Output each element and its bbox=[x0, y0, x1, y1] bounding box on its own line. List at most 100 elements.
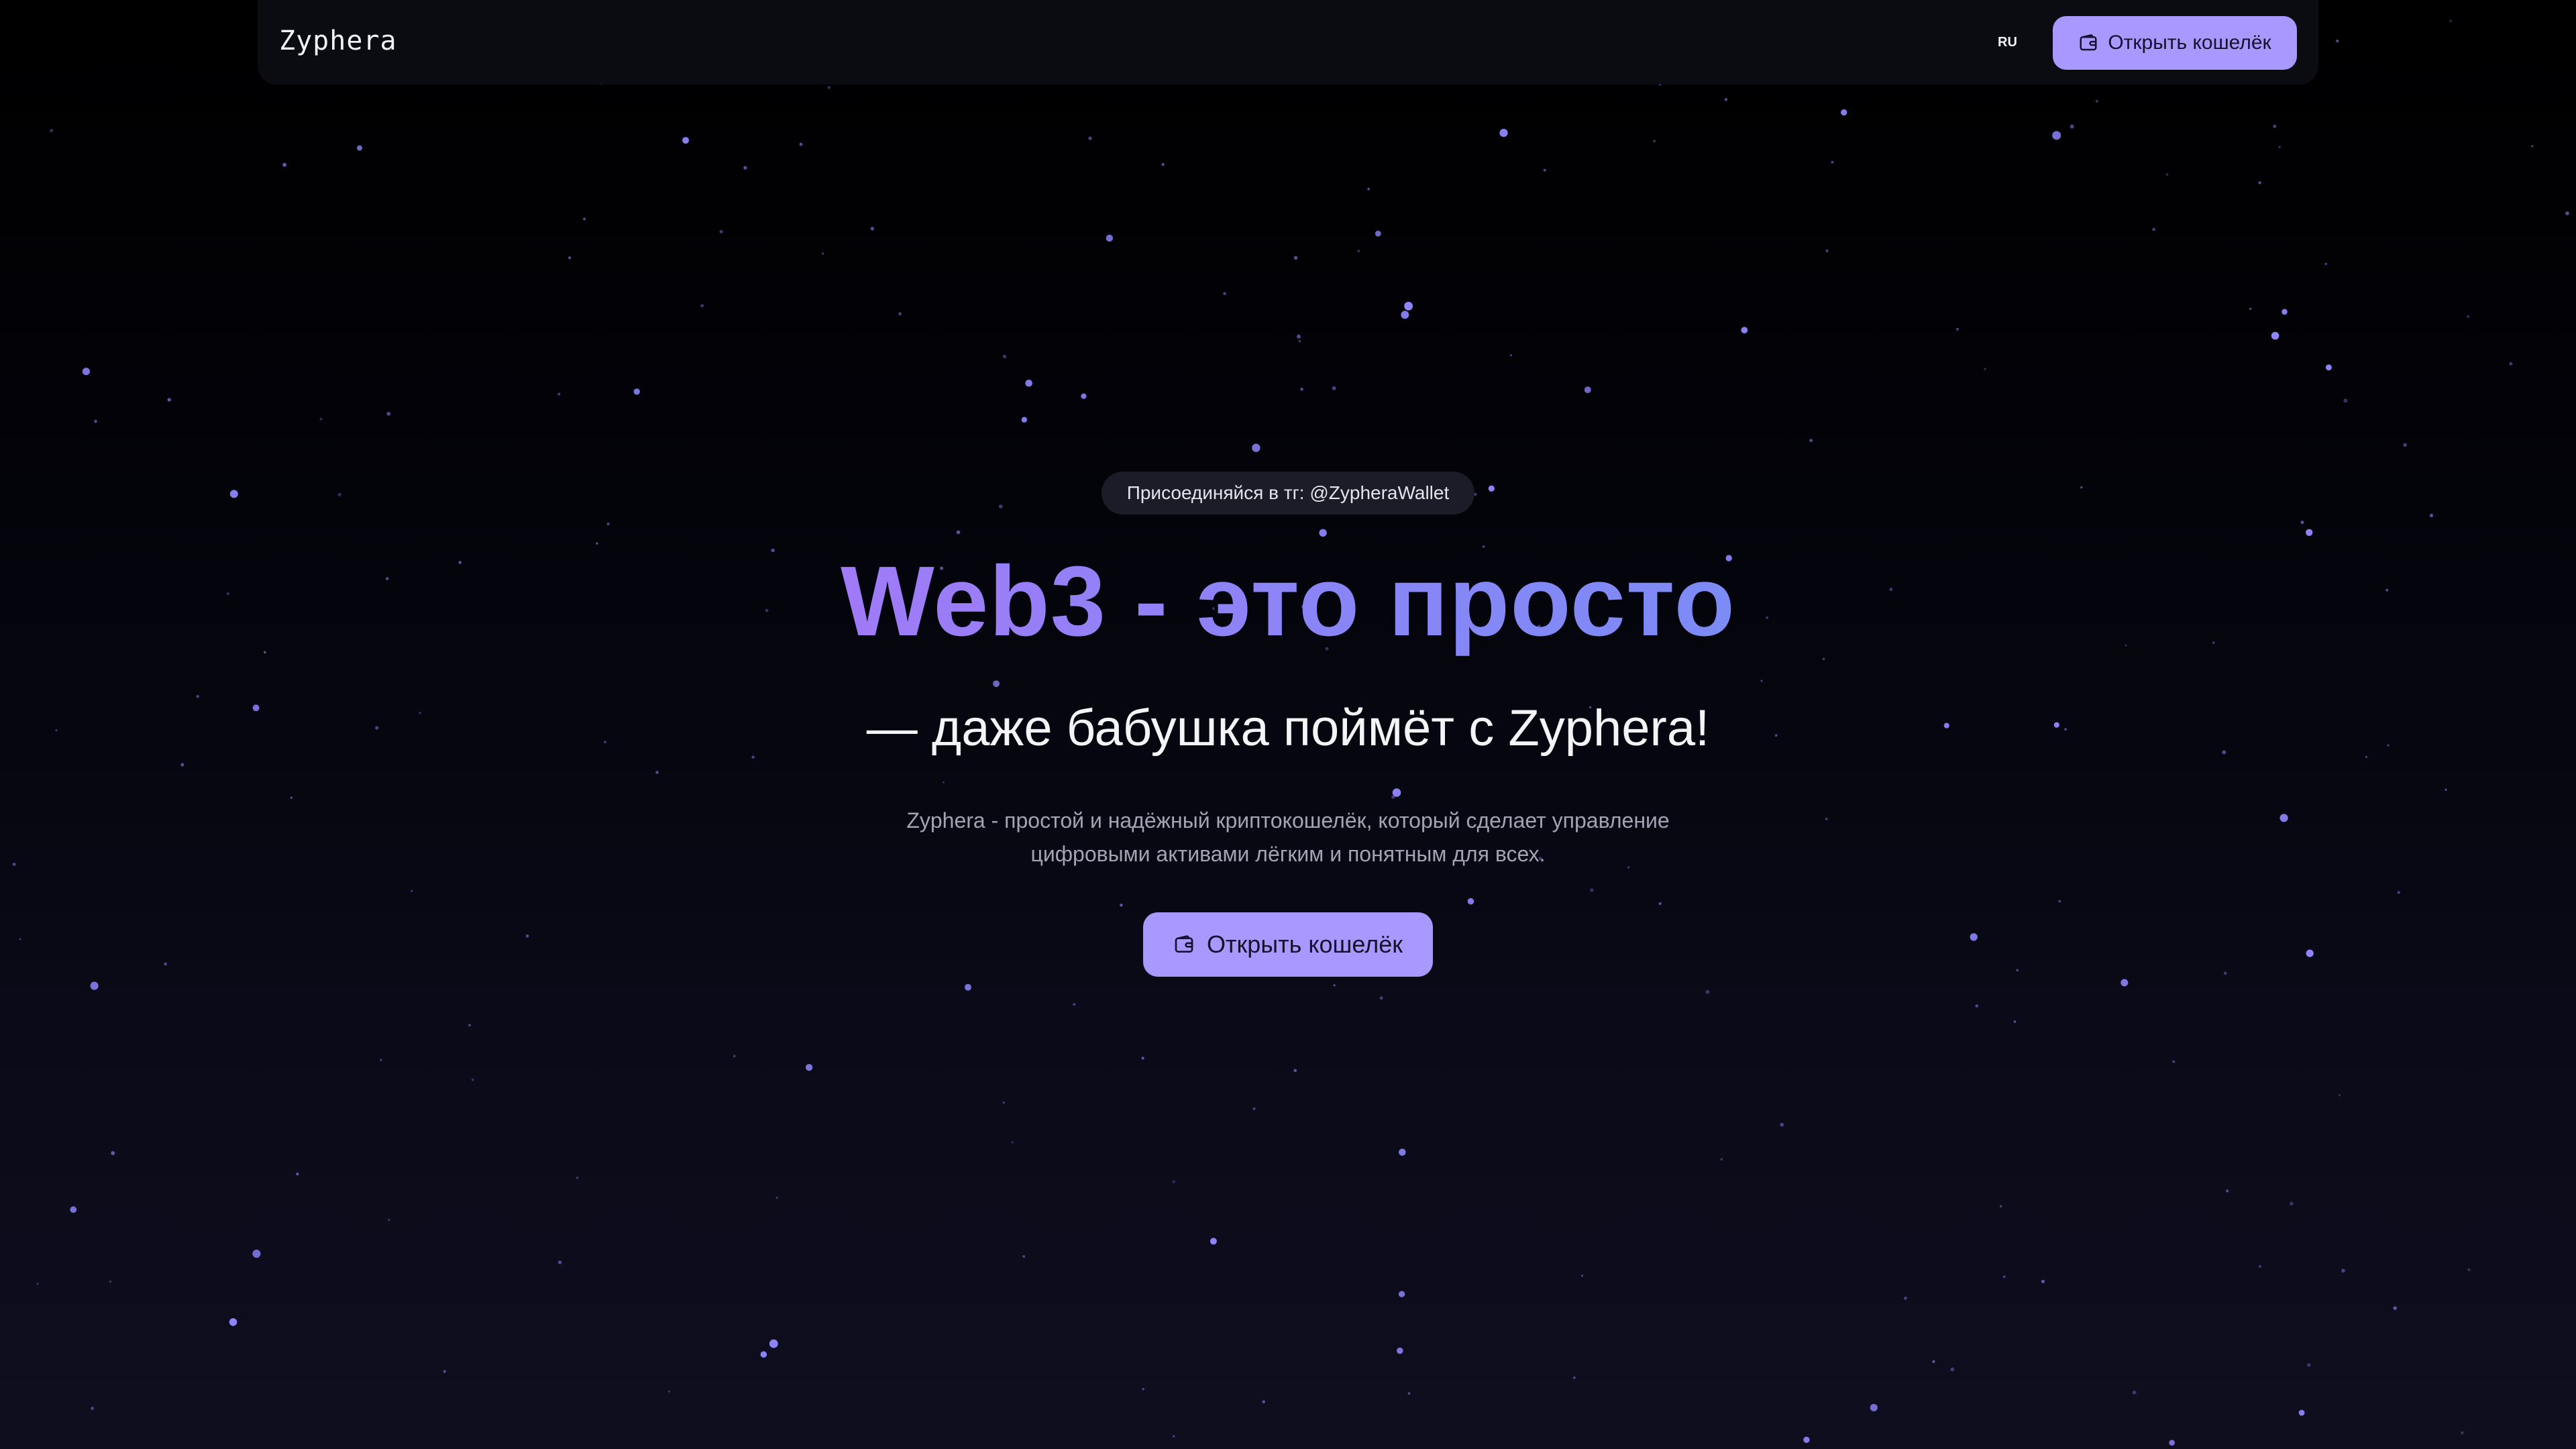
star bbox=[733, 1055, 736, 1058]
star bbox=[1088, 136, 1092, 140]
brand-logo[interactable]: Zyphera bbox=[279, 25, 397, 56]
star bbox=[2306, 949, 2314, 957]
star bbox=[1407, 1392, 1411, 1395]
star bbox=[357, 145, 362, 151]
star bbox=[1223, 292, 1226, 296]
star bbox=[1106, 234, 1114, 242]
star bbox=[1142, 1388, 1144, 1391]
hero-description: Zyphera - простой и надёжный криптокошел… bbox=[906, 808, 1670, 866]
star bbox=[775, 1196, 778, 1199]
star bbox=[319, 417, 323, 421]
star bbox=[229, 1318, 237, 1326]
star bbox=[1022, 1255, 1026, 1258]
star bbox=[164, 962, 168, 966]
star bbox=[1984, 368, 1986, 370]
star bbox=[682, 137, 690, 144]
star bbox=[380, 1059, 382, 1061]
star bbox=[1332, 386, 1336, 390]
star bbox=[443, 1370, 446, 1373]
star bbox=[1319, 529, 1327, 537]
star bbox=[94, 419, 97, 423]
star bbox=[1825, 250, 1829, 252]
star bbox=[1724, 98, 1727, 101]
star bbox=[2307, 1363, 2311, 1367]
star bbox=[1841, 109, 1847, 116]
star bbox=[1379, 996, 1383, 1000]
star bbox=[282, 162, 287, 167]
star bbox=[999, 504, 1003, 508]
star bbox=[70, 1206, 77, 1214]
star bbox=[760, 1351, 767, 1358]
star bbox=[1955, 327, 1959, 331]
star bbox=[2165, 173, 2169, 176]
star bbox=[2343, 398, 2348, 403]
star bbox=[180, 763, 184, 767]
star bbox=[1932, 1360, 1935, 1363]
star bbox=[2341, 1269, 2345, 1273]
star bbox=[1999, 1205, 2002, 1208]
star bbox=[769, 1339, 778, 1348]
star bbox=[633, 388, 640, 395]
top-navbar: Zyphera RU Открыть кошелёк bbox=[258, 0, 2318, 85]
star bbox=[1161, 163, 1165, 166]
star bbox=[2278, 146, 2281, 148]
star bbox=[2336, 40, 2339, 43]
star bbox=[2052, 131, 2061, 140]
wallet-icon bbox=[1173, 934, 1195, 955]
star bbox=[1397, 1347, 1403, 1354]
star bbox=[1573, 1377, 1576, 1379]
star bbox=[2429, 513, 2434, 518]
language-switcher[interactable]: RU bbox=[1998, 35, 2017, 50]
star bbox=[1760, 680, 1763, 682]
star bbox=[2273, 124, 2277, 128]
star bbox=[90, 981, 99, 990]
star bbox=[1297, 334, 1301, 339]
star bbox=[2282, 309, 2288, 315]
star bbox=[2223, 971, 2227, 975]
star bbox=[2070, 124, 2074, 129]
star bbox=[2002, 1275, 2006, 1279]
star bbox=[743, 166, 747, 170]
star bbox=[799, 142, 803, 146]
star bbox=[1021, 417, 1028, 423]
star bbox=[2509, 362, 2513, 366]
star bbox=[386, 411, 391, 416]
star bbox=[1398, 1291, 1405, 1297]
star bbox=[2279, 814, 2288, 822]
star bbox=[1002, 354, 1007, 359]
star bbox=[1653, 140, 1656, 142]
open-wallet-button[interactable]: Открыть кошелёк bbox=[2053, 16, 2297, 70]
star bbox=[111, 1151, 115, 1155]
star bbox=[898, 312, 902, 316]
star bbox=[2080, 486, 2083, 489]
star bbox=[2298, 1409, 2305, 1416]
telegram-badge[interactable]: Присоединяйся в тг: @ZypheraWallet bbox=[1102, 472, 1474, 515]
star bbox=[2058, 900, 2061, 903]
star bbox=[827, 85, 831, 89]
star bbox=[583, 217, 586, 221]
star bbox=[109, 1280, 112, 1283]
star bbox=[965, 983, 971, 991]
star bbox=[2121, 979, 2129, 987]
star bbox=[1590, 888, 1594, 892]
hero-open-wallet-label: Открыть кошелёк bbox=[1206, 930, 1403, 958]
star bbox=[2152, 227, 2155, 231]
star bbox=[2531, 145, 2534, 148]
star bbox=[870, 227, 874, 231]
star bbox=[2306, 529, 2313, 536]
star bbox=[2225, 1189, 2229, 1193]
star bbox=[1210, 1238, 1217, 1245]
star bbox=[719, 229, 723, 233]
star bbox=[1658, 902, 1662, 905]
star bbox=[2449, 19, 2452, 22]
star bbox=[1081, 393, 1087, 399]
star bbox=[1970, 933, 1978, 941]
star bbox=[2259, 1265, 2262, 1268]
star bbox=[1172, 1180, 1175, 1183]
hero-open-wallet-button[interactable]: Открыть кошелёк bbox=[1143, 912, 1433, 977]
star bbox=[1803, 1436, 1810, 1443]
star bbox=[468, 1024, 472, 1027]
star bbox=[1120, 904, 1123, 907]
star bbox=[82, 368, 90, 376]
star bbox=[2300, 521, 2304, 525]
